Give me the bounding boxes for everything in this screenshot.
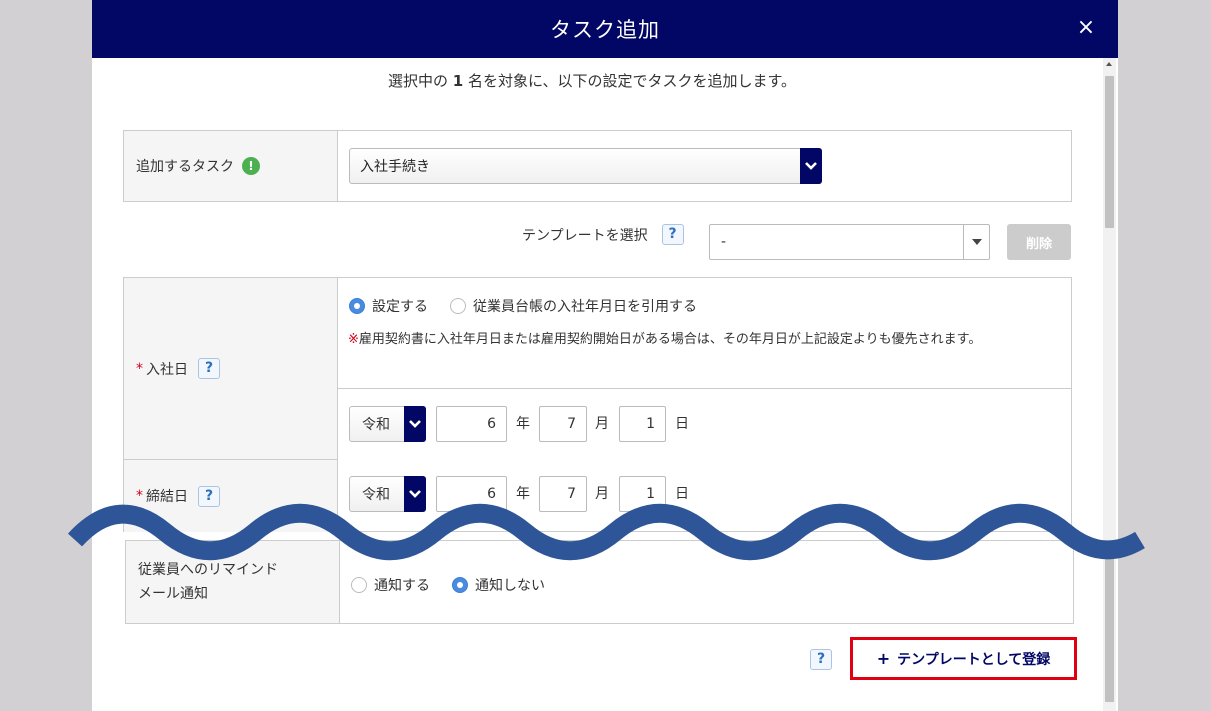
plus-icon: + — [876, 649, 891, 668]
chevron-down-icon — [800, 148, 822, 184]
radio-set[interactable]: 設定する — [349, 296, 428, 316]
radio-unselected[interactable] — [351, 577, 367, 593]
help-icon[interactable]: ? — [198, 358, 220, 379]
remind-radio-group: 通知する 通知しない — [351, 575, 567, 595]
month-unit: 月 — [595, 416, 609, 432]
divider — [338, 388, 1071, 389]
join-month-input[interactable]: 7 — [539, 406, 587, 442]
radio-unselected[interactable] — [450, 298, 466, 314]
task-label-cell: 追加するタスク ! — [124, 131, 338, 201]
dropdown-arrow-icon — [963, 225, 989, 259]
join-date-label-cell: * 入社日 ? — [124, 278, 338, 460]
intro-text: 選択中の 1 名を対象に、以下の設定でタスクを追加します。 — [387, 72, 797, 90]
template-selector-line: テンプレートを選択 ? — [522, 224, 684, 245]
remind-label-line2: メール通知 — [138, 586, 208, 602]
task-row: 追加するタスク ! 入社手続き — [123, 130, 1072, 202]
task-add-modal: タスク追加 × 選択中の 1 名を対象に、以下の設定でタスクを追加します。 追加… — [92, 0, 1118, 711]
template-label: テンプレートを選択 — [522, 227, 648, 244]
task-label: 追加するタスク — [136, 159, 234, 175]
note-mark: ※ — [348, 332, 359, 347]
required-mark: * — [136, 360, 143, 377]
radio-selected[interactable] — [349, 298, 365, 314]
modal-header: タスク追加 × — [92, 0, 1118, 58]
selected-count: 1 — [452, 72, 464, 90]
wave-cut-marker — [67, 503, 1145, 561]
register-template-label: テンプレートとして登録 — [897, 651, 1051, 668]
day-unit: 日 — [675, 416, 689, 432]
scroll-thumb[interactable] — [1105, 76, 1114, 228]
register-template-button[interactable]: + テンプレートとして登録 — [850, 637, 1077, 680]
scroll-thumb-lower[interactable] — [1105, 542, 1114, 702]
date-table: * 入社日 ? * 締結日 ? 設定する 従業員台帳の入社年月日を引用する ※雇… — [123, 277, 1072, 532]
close-button[interactable]: × — [1072, 14, 1100, 42]
template-select[interactable]: - — [709, 224, 990, 260]
task-select[interactable]: 入社手続き — [349, 148, 822, 184]
help-icon[interactable]: ? — [810, 649, 832, 670]
join-date-radio-group: 設定する 従業員台帳の入社年月日を引用する — [349, 296, 719, 316]
template-select-value: - — [721, 234, 727, 250]
delete-button[interactable]: 削除 — [1007, 224, 1071, 260]
modal-title: タスク追加 — [550, 18, 660, 42]
chevron-down-icon — [404, 406, 426, 442]
info-icon: ! — [242, 157, 260, 175]
radio-notify[interactable]: 通知する — [351, 575, 430, 595]
join-date-note: ※雇用契約書に入社年月日または雇用契約開始日がある場合は、その年月日が上記設定よ… — [348, 332, 982, 347]
join-era-select[interactable]: 令和 — [349, 406, 426, 442]
radio-no-notify[interactable]: 通知しない — [452, 575, 545, 595]
year-unit: 年 — [516, 416, 530, 432]
join-year-input[interactable]: 6 — [436, 406, 507, 442]
join-day-input[interactable]: 1 — [619, 406, 666, 442]
radio-use-ledger[interactable]: 従業員台帳の入社年月日を引用する — [450, 296, 697, 316]
scrollbar[interactable] — [1103, 58, 1116, 711]
scroll-up-arrow-icon[interactable] — [1106, 62, 1112, 66]
help-icon[interactable]: ? — [661, 224, 684, 245]
task-select-value: 入社手続き — [360, 159, 430, 175]
radio-selected[interactable] — [452, 577, 468, 593]
join-date-label: 入社日 — [146, 361, 188, 378]
